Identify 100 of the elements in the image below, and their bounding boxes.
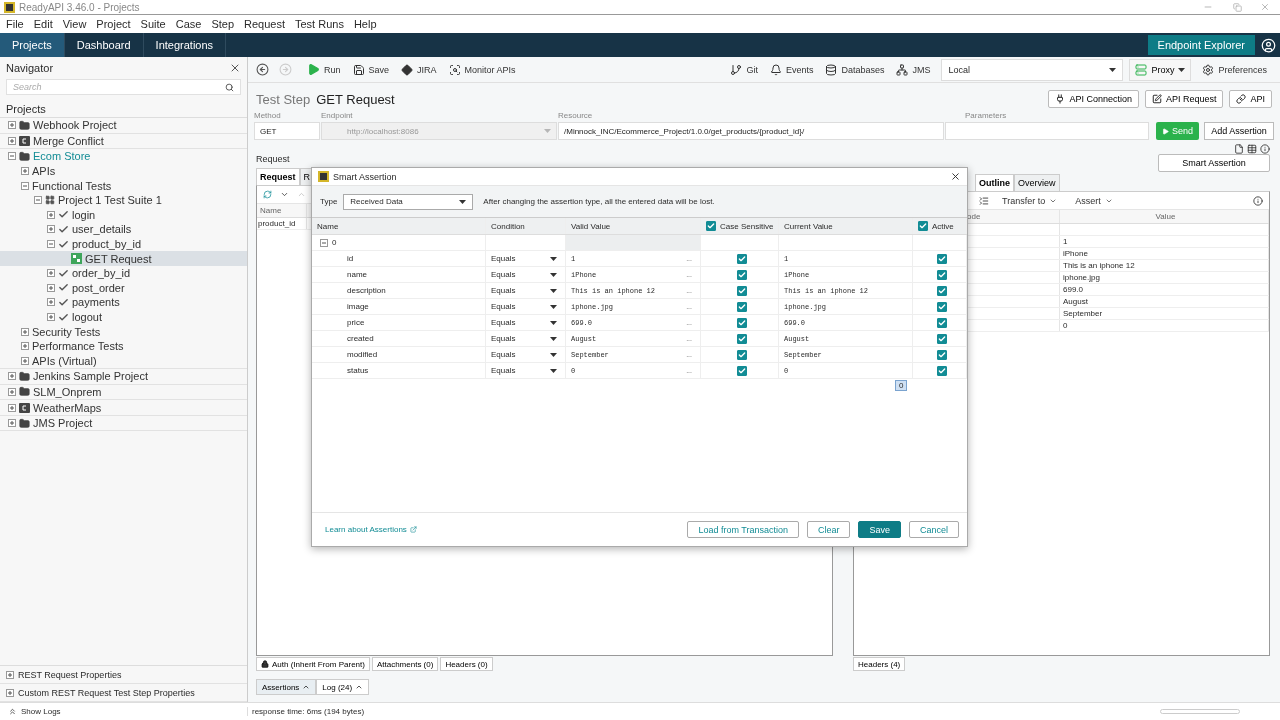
dialog-button[interactable]: Save: [858, 521, 901, 538]
expand-icon[interactable]: [21, 342, 29, 351]
panel-tab[interactable]: Request: [256, 168, 300, 185]
toolbar-button[interactable]: Events: [764, 63, 819, 76]
tree-item-selected[interactable]: GET Request: [0, 251, 247, 266]
expand-icon[interactable]: [21, 167, 29, 176]
tree-item[interactable]: payments: [0, 295, 247, 310]
expand-icon[interactable]: [8, 136, 16, 145]
collapse-icon[interactable]: [34, 196, 42, 205]
expand-icon[interactable]: [8, 372, 16, 381]
toolbar-button[interactable]: JMS: [891, 63, 936, 76]
table-icon[interactable]: [1247, 144, 1257, 154]
dialog-button[interactable]: Load from Transaction: [687, 521, 799, 538]
panel-tab[interactable]: Headers (4): [853, 657, 906, 671]
api-button[interactable]: API Connection: [1048, 90, 1139, 108]
endpoint-explorer-button[interactable]: Endpoint Explorer: [1147, 35, 1255, 55]
expand-icon[interactable]: [47, 269, 55, 278]
tree-item[interactable]: Functional Tests: [0, 178, 247, 193]
checkbox[interactable]: [937, 317, 947, 328]
expand-icon[interactable]: [21, 327, 29, 336]
checkbox[interactable]: [737, 269, 747, 280]
checkbox[interactable]: [737, 301, 747, 312]
chevron-down-icon[interactable]: [280, 190, 289, 199]
expand-icon[interactable]: [8, 121, 16, 130]
panel-tab[interactable]: Overview: [1014, 174, 1060, 191]
menu-item[interactable]: Help: [348, 18, 382, 30]
panel-tab[interactable]: Headers (0): [440, 657, 493, 671]
menu-item[interactable]: Case: [170, 18, 207, 30]
collapse-icon[interactable]: [21, 181, 29, 190]
collapse-all-icon[interactable]: [979, 195, 989, 206]
file-icon[interactable]: [1234, 144, 1244, 154]
menu-item[interactable]: Test Runs: [290, 18, 349, 30]
condition-dropdown[interactable]: Equals: [491, 350, 565, 359]
close-icon[interactable]: [229, 62, 241, 74]
collapse-icon[interactable]: [47, 240, 55, 249]
expand-icon[interactable]: [47, 298, 55, 307]
properties-item[interactable]: REST Request Properties: [0, 666, 247, 684]
close-icon[interactable]: [950, 171, 961, 182]
checkbox[interactable]: [937, 269, 947, 280]
nav-tab[interactable]: Projects: [0, 33, 65, 57]
api-button[interactable]: API: [1229, 90, 1272, 108]
panel-tab[interactable]: Auth (Inherit From Parent): [256, 657, 370, 671]
proxy-button[interactable]: Proxy: [1129, 58, 1192, 81]
menu-item[interactable]: Step: [206, 18, 239, 30]
checkbox[interactable]: [737, 285, 747, 296]
checkbox[interactable]: [918, 221, 928, 231]
checkbox[interactable]: [937, 349, 947, 360]
toolbar-button[interactable]: Run: [302, 63, 346, 76]
user-icon[interactable]: [1261, 37, 1276, 53]
tree-item[interactable]: order_by_id: [0, 265, 247, 281]
checkbox[interactable]: [706, 221, 716, 231]
expand-icon[interactable]: [8, 403, 16, 412]
back-icon[interactable]: [256, 63, 269, 76]
environment-dropdown[interactable]: Local: [941, 58, 1124, 81]
menu-item[interactable]: View: [57, 18, 92, 30]
tree-item[interactable]: Security Tests: [0, 324, 247, 339]
checkbox[interactable]: [937, 285, 947, 296]
resource-field[interactable]: /Minnock_INC/Ecommerce_Project/1.0.0/get_products/{product_id}/: [558, 122, 944, 140]
toolbar-button[interactable]: Save: [347, 63, 395, 76]
collapse-icon[interactable]: [8, 152, 16, 161]
dialog-button[interactable]: Clear: [806, 521, 851, 538]
dialog-button[interactable]: Cancel: [909, 521, 959, 538]
menu-item[interactable]: Suite: [135, 18, 171, 30]
toolbar-button[interactable]: Databases: [820, 63, 890, 76]
tree-item[interactable]: JMS Project: [0, 415, 247, 431]
add-assertion-button[interactable]: Add Assertion: [1204, 122, 1274, 140]
smart-assertion-button[interactable]: Smart Assertion: [1158, 154, 1270, 172]
checkbox[interactable]: [937, 365, 947, 376]
tree-item[interactable]: user_details: [0, 222, 247, 237]
tree-item[interactable]: APIs (Virtual): [0, 353, 247, 369]
tree-item[interactable]: Ecom Store: [0, 149, 247, 164]
checkbox[interactable]: [937, 301, 947, 312]
bottom-tab[interactable]: Log (24): [316, 679, 370, 695]
api-button[interactable]: API Request: [1144, 90, 1224, 108]
tree-item[interactable]: logout: [0, 309, 247, 325]
panel-tab[interactable]: Outline: [975, 174, 1014, 191]
bottom-tab[interactable]: Assertions: [256, 679, 317, 695]
expand-icon[interactable]: [47, 210, 55, 219]
method-field[interactable]: GET: [254, 122, 320, 140]
checkbox[interactable]: [937, 253, 947, 264]
tree-item[interactable]: Project 1 Test Suite 1: [0, 192, 247, 208]
info-icon[interactable]: [1260, 144, 1270, 154]
preferences-button[interactable]: Preferences: [1197, 63, 1272, 76]
condition-dropdown[interactable]: Equals: [491, 318, 565, 327]
tree-item[interactable]: Performance Tests: [0, 338, 247, 354]
toolbar-button[interactable]: Monitor APIs: [443, 63, 521, 76]
dropdown-button[interactable]: Assert: [1070, 195, 1118, 206]
condition-dropdown[interactable]: Equals: [491, 286, 565, 295]
menu-item[interactable]: Project: [91, 18, 136, 30]
tree-item[interactable]: Jenkins Sample Project: [0, 369, 247, 384]
checkbox[interactable]: [937, 333, 947, 344]
expand-icon[interactable]: [8, 419, 16, 428]
tree-item[interactable]: product_by_id: [0, 236, 247, 252]
refresh-icon[interactable]: [263, 190, 272, 199]
type-dropdown[interactable]: Received Data: [343, 193, 474, 210]
tree-item[interactable]: SLM_Onprem: [0, 384, 247, 400]
menu-item[interactable]: Edit: [28, 18, 58, 30]
condition-dropdown[interactable]: Equals: [491, 302, 565, 311]
menu-item[interactable]: Request: [239, 18, 290, 30]
tree-item[interactable]: APIs: [0, 163, 247, 179]
